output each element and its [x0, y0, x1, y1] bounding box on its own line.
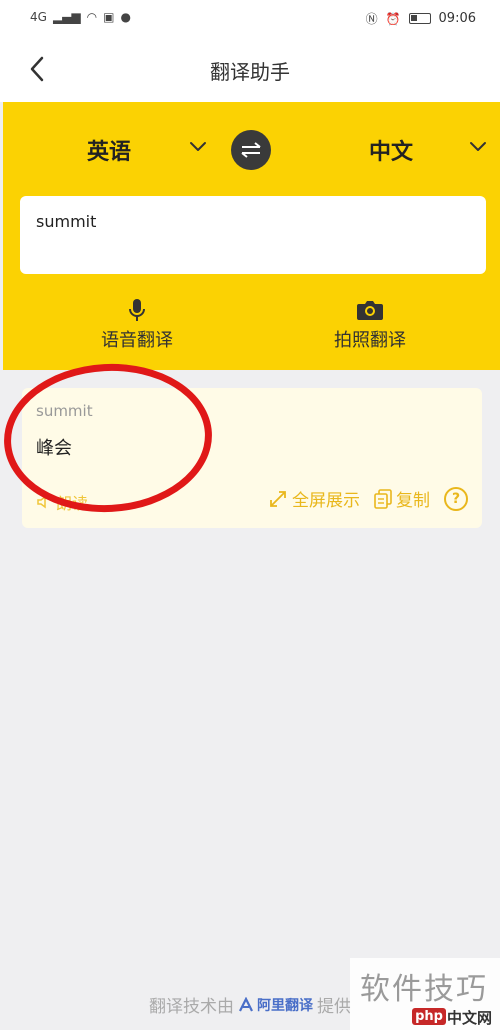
voice-translate-button[interactable]: 语音翻译 [67, 298, 207, 352]
alarm-icon: ⏰ [385, 11, 401, 26]
result-source-text: summit [36, 402, 93, 420]
page-title: 翻译助手 [210, 60, 290, 84]
target-language-select[interactable]: 中文 [369, 134, 413, 166]
logo-text: 阿里翻译 [257, 997, 313, 1014]
alibaba-translate-logo: 阿里翻译 [238, 995, 313, 1015]
read-aloud-button[interactable]: 朗读 [36, 490, 88, 514]
translation-input[interactable]: summit [20, 196, 486, 274]
help-button[interactable]: ? [444, 486, 468, 511]
status-right: Ⓝ ⏰ 09:06 [366, 10, 476, 27]
source-language-select[interactable]: 英语 [87, 134, 131, 166]
watermark-php-badge: php [412, 1008, 446, 1025]
wifi-icon: ◠ [86, 10, 98, 24]
expand-icon [270, 490, 286, 507]
result-translated-text: 峰会 [36, 438, 72, 459]
signal-icon: ▂▄▆ [52, 10, 81, 24]
result-card: summit 峰会 朗读 全屏展示 复制 ? [22, 388, 482, 528]
camera-icon [357, 301, 383, 320]
watermark: 软件技巧 php 中文网 [350, 958, 500, 1030]
nfc-icon: Ⓝ [365, 12, 378, 26]
copy-icon [374, 488, 392, 509]
title-bar: 翻译助手 [0, 38, 500, 102]
photo-translate-button[interactable]: 拍照翻译 [300, 298, 440, 352]
chevron-down-icon [470, 142, 486, 151]
battery-icon [408, 13, 431, 24]
microphone-icon [129, 299, 145, 321]
translation-panel: 英语 中文 summit 语音翻译 拍照翻译 [3, 102, 500, 370]
network-type: 4G [30, 10, 47, 24]
photo-translate-label: 拍照翻译 [334, 330, 406, 351]
copy-label: 复制 [396, 491, 430, 511]
voice-translate-label: 语音翻译 [101, 330, 173, 351]
watermark-text: 软件技巧 [360, 972, 488, 1007]
target-language-chevron[interactable] [469, 138, 487, 157]
footer-text-before: 翻译技术由 [149, 997, 234, 1017]
fullscreen-label: 全屏展示 [292, 491, 360, 511]
speaker-icon [37, 495, 46, 509]
result-tools: 全屏展示 复制 ? [268, 486, 468, 511]
copy-button[interactable]: 复制 [374, 486, 430, 511]
status-left: 4G ▂▄▆ ◠ ▣ ● [30, 10, 131, 24]
status-time: 09:06 [438, 11, 476, 26]
read-aloud-label: 朗读 [56, 494, 89, 513]
watermark-site: 中文网 [446, 1009, 492, 1027]
footer-text-after: 提供 [317, 997, 351, 1017]
swap-languages-button[interactable] [231, 130, 271, 170]
swap-icon [241, 142, 261, 158]
source-language-chevron[interactable] [189, 138, 207, 157]
notification-icon: ▣ [103, 10, 115, 24]
logo-icon [239, 996, 253, 1011]
status-bar: 4G ▂▄▆ ◠ ▣ ● Ⓝ ⏰ 09:06 [0, 0, 500, 38]
chevron-down-icon [190, 142, 206, 151]
wechat-icon: ● [120, 10, 131, 24]
fullscreen-button[interactable]: 全屏展示 [268, 486, 360, 511]
